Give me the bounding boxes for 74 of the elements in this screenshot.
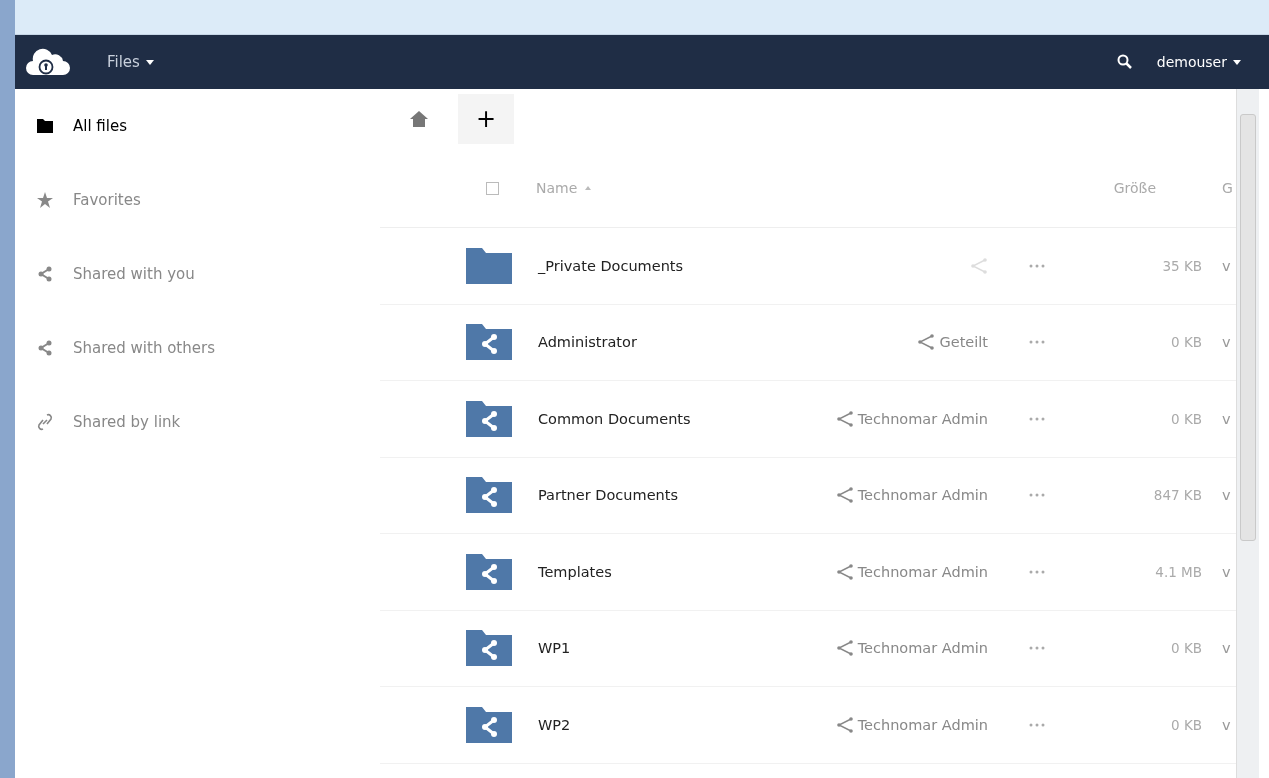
folder-icon <box>37 119 53 133</box>
file-name: WP2 <box>538 716 572 733</box>
share-button[interactable]: Geteilt <box>917 334 988 351</box>
select-all-checkbox[interactable] <box>486 181 499 195</box>
new-button[interactable]: + <box>458 94 514 144</box>
file-name: Common Documents <box>538 410 692 427</box>
file-name: Partner Documents <box>538 487 679 504</box>
user-menu-button[interactable]: demouser <box>1156 54 1241 70</box>
share-button[interactable]: Technomar Admin <box>835 410 988 427</box>
shared-folder-icon <box>466 400 512 437</box>
sidebar-item[interactable]: All files <box>15 89 380 163</box>
file-size: 4.1 MB <box>1154 563 1202 580</box>
sidebar-item[interactable]: Shared with you <box>15 237 380 311</box>
shared-folder-icon <box>466 706 512 743</box>
shared-folder-icon <box>466 477 512 514</box>
share-button[interactable] <box>970 257 988 274</box>
share-icon <box>835 410 854 427</box>
share-icon <box>835 640 854 657</box>
sidebar-item[interactable]: Favorites <box>15 163 380 237</box>
share-icon <box>917 334 936 351</box>
caret-icon <box>1233 59 1241 65</box>
size-column-header[interactable]: Größe <box>1113 180 1156 196</box>
file-name: Templates <box>538 563 613 580</box>
share-icon <box>835 716 854 733</box>
file-row[interactable]: Partner Documents Technomar Admin 847 KB v <box>380 457 1236 534</box>
file-row[interactable]: WP1 Technomar Admin 0 KB v <box>380 610 1236 687</box>
shared-folder-icon <box>466 553 512 590</box>
share-button[interactable]: Technomar Admin <box>835 487 988 504</box>
files-menu-button[interactable]: Files <box>107 53 154 71</box>
table-cell-text: v <box>1222 334 1232 351</box>
file-size: 847 KB <box>1152 487 1202 504</box>
share-icon <box>970 257 988 274</box>
file-size: 0 KB <box>1170 640 1202 657</box>
home-icon[interactable] <box>410 111 428 127</box>
file-name: WP1 <box>538 640 572 657</box>
shared-folder-icon <box>466 630 512 667</box>
star-icon <box>37 192 53 208</box>
shared-folder-icon <box>466 324 512 361</box>
file-name: _Private Documents <box>538 257 685 274</box>
folder-icon <box>466 247 512 284</box>
scrollbar-thumb[interactable] <box>1240 114 1256 541</box>
table-cell-text: v <box>1222 716 1232 733</box>
table-cell-text: v <box>1222 487 1232 504</box>
file-size: 0 KB <box>1170 716 1202 733</box>
scrollbar[interactable] <box>1236 89 1259 778</box>
file-row[interactable]: WP2 Technomar Admin 0 KB v <box>380 687 1236 764</box>
sidebar-item[interactable]: Shared by link <box>15 385 380 459</box>
file-size: 0 KB <box>1170 410 1202 427</box>
share-button[interactable]: Technomar Admin <box>835 640 988 657</box>
file-size: 0 KB <box>1170 334 1202 351</box>
file-name: Administrator <box>538 334 638 351</box>
caret-icon <box>145 59 154 65</box>
share-icon <box>37 266 53 282</box>
share-icon <box>37 340 53 356</box>
sidebar-item[interactable]: Shared with others <box>15 311 380 385</box>
share-button[interactable]: Technomar Admin <box>835 716 988 733</box>
cloud-logo-icon[interactable] <box>25 47 71 77</box>
share-icon <box>835 563 854 580</box>
search-icon[interactable] <box>1116 54 1133 70</box>
table-cell-text: v <box>1222 563 1232 580</box>
file-row[interactable]: Administrator Geteilt 0 KB v <box>380 304 1236 381</box>
sort-icon <box>585 186 592 190</box>
table-cell-text: v <box>1222 640 1232 657</box>
table-cell-text: v <box>1222 257 1232 274</box>
link-icon <box>37 413 53 431</box>
column-header[interactable]: G <box>1222 180 1236 196</box>
table-cell-text: v <box>1222 410 1232 427</box>
share-button[interactable]: Technomar Admin <box>835 563 988 580</box>
file-size: 35 KB <box>1161 257 1202 274</box>
name-column-header[interactable]: Name <box>536 180 592 196</box>
share-icon <box>835 487 854 504</box>
file-row[interactable]: Templates Technomar Admin 4.1 MB v <box>380 534 1236 611</box>
file-row[interactable]: Common Documents Technomar Admin 0 KB v <box>380 381 1236 458</box>
file-row[interactable]: _Private Documents 35 KB v <box>380 228 1236 305</box>
